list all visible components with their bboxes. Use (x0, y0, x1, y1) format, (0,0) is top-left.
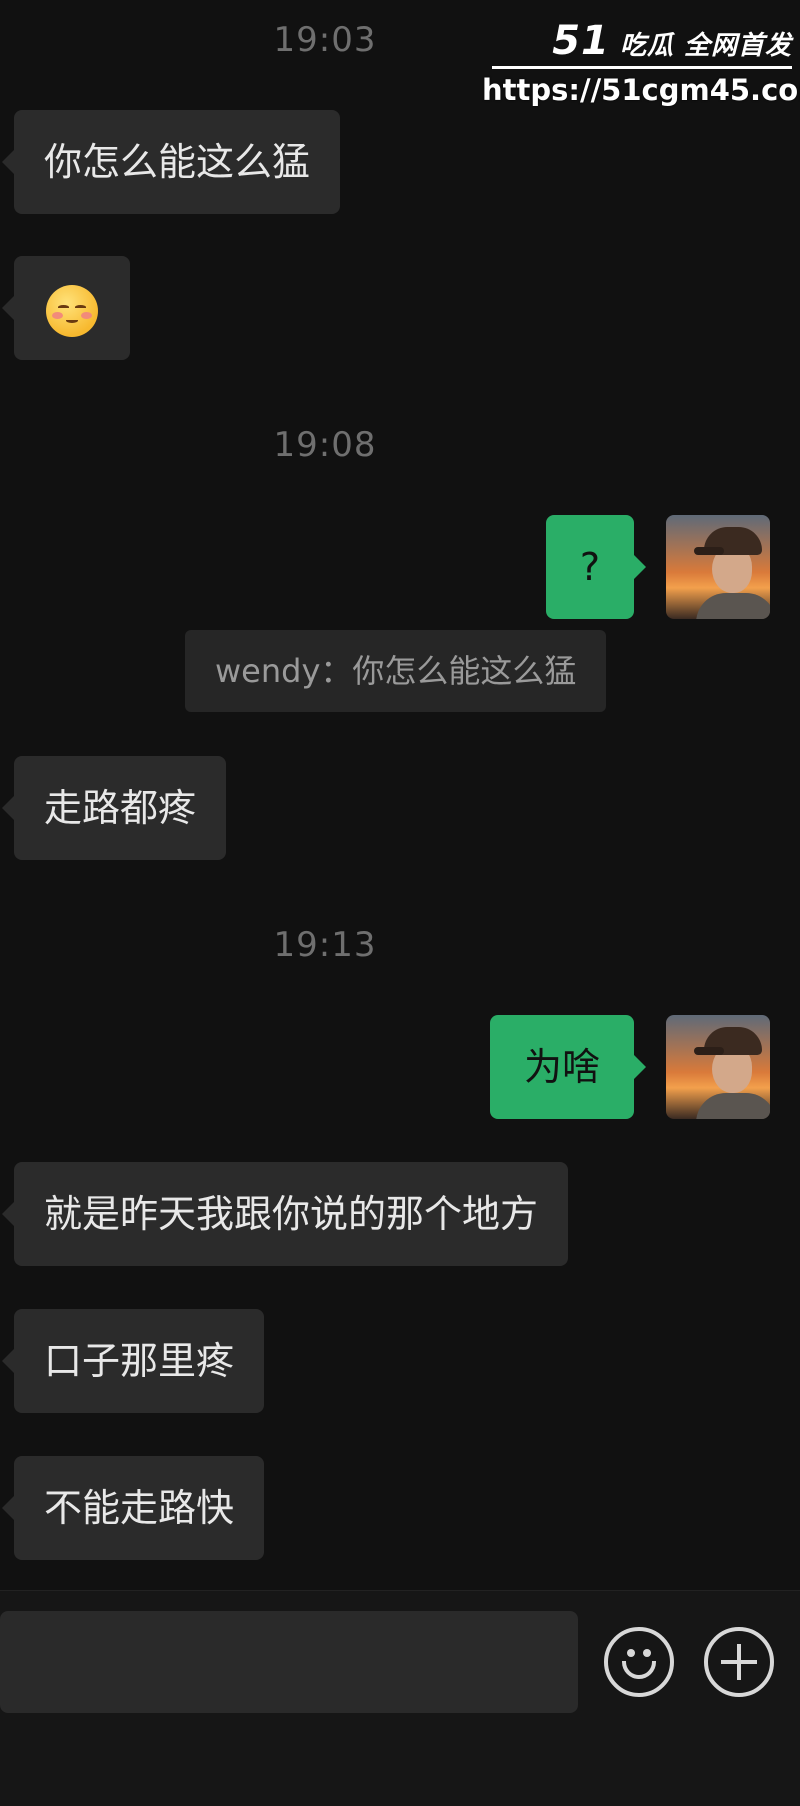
message-bubble-incoming[interactable]: 你怎么能这么猛 (1, 110, 341, 214)
smiling-face-with-blush-emoji-icon (46, 284, 98, 337)
message-bubble-incoming[interactable]: 口子那里疼 (1, 1309, 265, 1413)
message-bubble-outgoing[interactable]: 为啥 (489, 1015, 647, 1119)
message-bubble-incoming[interactable]: 就是昨天我跟你说的那个地方 (1, 1162, 569, 1266)
message-bubble-outgoing[interactable]: ? (545, 515, 647, 619)
timestamp: 19:13 (273, 925, 377, 965)
timestamp: 19:08 (273, 425, 377, 465)
message-bubble-incoming[interactable]: 走路都疼 (1, 756, 227, 860)
timestamp: 19:03 (273, 20, 377, 60)
plus-icon[interactable] (704, 1627, 774, 1697)
input-bar (0, 1590, 800, 1806)
watermark-divider (492, 66, 792, 69)
avatar[interactable] (666, 1015, 770, 1119)
smile-icon[interactable] (604, 1627, 674, 1697)
message-bubble-incoming[interactable]: 不能走路快 (1, 1456, 265, 1560)
watermark-url: https://51cgm45.com (482, 73, 800, 107)
message-input[interactable] (0, 1611, 578, 1713)
quoted-reply[interactable]: wendy：你怎么能这么猛 (185, 630, 607, 712)
message-bubble-incoming[interactable] (2, 256, 130, 360)
avatar[interactable] (666, 515, 770, 619)
